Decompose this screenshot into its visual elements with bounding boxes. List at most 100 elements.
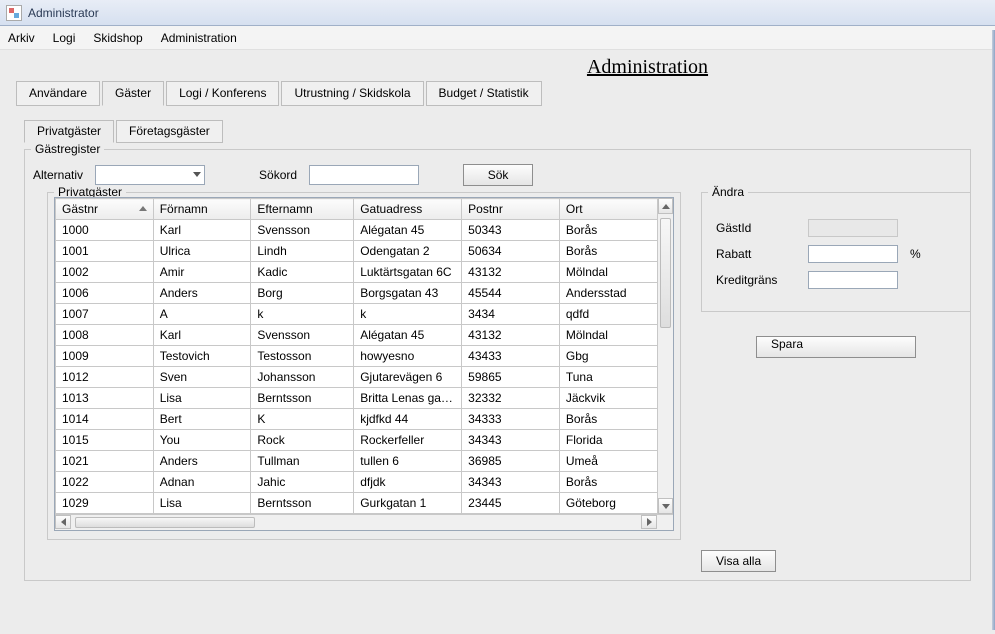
- table-cell[interactable]: Bert: [153, 409, 251, 430]
- table-cell[interactable]: 50634: [462, 241, 560, 262]
- table-cell[interactable]: Florida: [559, 430, 672, 451]
- vscroll-thumb[interactable]: [660, 218, 671, 328]
- table-cell[interactable]: Lisa: [153, 388, 251, 409]
- table-cell[interactable]: Mölndal: [559, 262, 672, 283]
- table-cell[interactable]: Britta Lenas gata...: [354, 388, 462, 409]
- scroll-up-icon[interactable]: [658, 198, 673, 214]
- table-row[interactable]: 1001UlricaLindhOdengatan 250634Borås: [56, 241, 673, 262]
- table-cell[interactable]: 1008: [56, 325, 154, 346]
- table-cell[interactable]: k: [251, 304, 354, 325]
- table-cell[interactable]: 1009: [56, 346, 154, 367]
- table-cell[interactable]: 1014: [56, 409, 154, 430]
- grid-horizontal-scrollbar[interactable]: [55, 514, 673, 530]
- subtab-privatgaster[interactable]: Privatgäster: [24, 120, 114, 143]
- table-cell[interactable]: Tuna: [559, 367, 672, 388]
- menu-administration[interactable]: Administration: [161, 31, 237, 45]
- table-cell[interactable]: Rockerfeller: [354, 430, 462, 451]
- table-cell[interactable]: Svensson: [251, 325, 354, 346]
- table-cell[interactable]: 59865: [462, 367, 560, 388]
- table-row[interactable]: 1008KarlSvenssonAlégatan 4543132Mölndal: [56, 325, 673, 346]
- table-cell[interactable]: Borås: [559, 241, 672, 262]
- table-cell[interactable]: Adnan: [153, 472, 251, 493]
- table-cell[interactable]: Karl: [153, 220, 251, 241]
- table-cell[interactable]: 34333: [462, 409, 560, 430]
- table-cell[interactable]: A: [153, 304, 251, 325]
- table-cell[interactable]: Svensson: [251, 220, 354, 241]
- table-cell[interactable]: Gjutarevägen 6: [354, 367, 462, 388]
- table-cell[interactable]: Jahic: [251, 472, 354, 493]
- table-cell[interactable]: 1001: [56, 241, 154, 262]
- table-cell[interactable]: Borgsgatan 43: [354, 283, 462, 304]
- table-cell[interactable]: Sven: [153, 367, 251, 388]
- table-row[interactable]: 1007Akk3434qdfd: [56, 304, 673, 325]
- table-cell[interactable]: Alégatan 45: [354, 220, 462, 241]
- table-cell[interactable]: Umeå: [559, 451, 672, 472]
- table-cell[interactable]: 45544: [462, 283, 560, 304]
- table-cell[interactable]: Ulrica: [153, 241, 251, 262]
- scroll-right-icon[interactable]: [641, 515, 657, 529]
- grid-vertical-scrollbar[interactable]: [657, 198, 673, 514]
- table-cell[interactable]: 50343: [462, 220, 560, 241]
- table-cell[interactable]: Alégatan 45: [354, 325, 462, 346]
- guests-grid[interactable]: Gästnr Förnamn Efternamn Gatuadress Post…: [55, 198, 673, 514]
- table-cell[interactable]: Lisa: [153, 493, 251, 514]
- table-cell[interactable]: 43132: [462, 325, 560, 346]
- table-cell[interactable]: 32332: [462, 388, 560, 409]
- table-cell[interactable]: 1006: [56, 283, 154, 304]
- table-cell[interactable]: Göteborg: [559, 493, 672, 514]
- table-cell[interactable]: 43433: [462, 346, 560, 367]
- table-row[interactable]: 1000KarlSvenssonAlégatan 4550343Borås: [56, 220, 673, 241]
- table-cell[interactable]: Amir: [153, 262, 251, 283]
- col-postnr[interactable]: Postnr: [462, 199, 560, 220]
- table-cell[interactable]: K: [251, 409, 354, 430]
- sokord-input[interactable]: [309, 165, 419, 185]
- table-cell[interactable]: Testosson: [251, 346, 354, 367]
- table-cell[interactable]: Borås: [559, 409, 672, 430]
- table-cell[interactable]: howyesno: [354, 346, 462, 367]
- table-cell[interactable]: Anders: [153, 283, 251, 304]
- table-cell[interactable]: 3434: [462, 304, 560, 325]
- tab-anvandare[interactable]: Användare: [16, 81, 100, 106]
- table-cell[interactable]: 1000: [56, 220, 154, 241]
- table-cell[interactable]: Borås: [559, 472, 672, 493]
- table-row[interactable]: 1014BertKkjdfkd 4434333Borås: [56, 409, 673, 430]
- table-cell[interactable]: qdfd: [559, 304, 672, 325]
- table-cell[interactable]: Odengatan 2: [354, 241, 462, 262]
- col-efternamn[interactable]: Efternamn: [251, 199, 354, 220]
- table-cell[interactable]: Karl: [153, 325, 251, 346]
- scroll-down-icon[interactable]: [658, 498, 673, 514]
- table-cell[interactable]: Berntsson: [251, 493, 354, 514]
- table-cell[interactable]: 1002: [56, 262, 154, 283]
- table-cell[interactable]: 1022: [56, 472, 154, 493]
- table-cell[interactable]: 1013: [56, 388, 154, 409]
- scroll-left-icon[interactable]: [55, 515, 71, 529]
- table-cell[interactable]: Gbg: [559, 346, 672, 367]
- table-cell[interactable]: Rock: [251, 430, 354, 451]
- table-cell[interactable]: k: [354, 304, 462, 325]
- table-row[interactable]: 1021AndersTullmantullen 636985Umeå: [56, 451, 673, 472]
- menu-skidshop[interactable]: Skidshop: [93, 31, 142, 45]
- col-fornamn[interactable]: Förnamn: [153, 199, 251, 220]
- table-cell[interactable]: 36985: [462, 451, 560, 472]
- table-row[interactable]: 1012SvenJohanssonGjutarevägen 659865Tuna: [56, 367, 673, 388]
- table-cell[interactable]: 1015: [56, 430, 154, 451]
- table-cell[interactable]: Luktärtsgatan 6C: [354, 262, 462, 283]
- table-cell[interactable]: You: [153, 430, 251, 451]
- table-row[interactable]: 1002AmirKadicLuktärtsgatan 6C43132Mölnda…: [56, 262, 673, 283]
- tab-utrustning-skidskola[interactable]: Utrustning / Skidskola: [281, 81, 423, 106]
- table-cell[interactable]: Anders: [153, 451, 251, 472]
- table-cell[interactable]: Kadic: [251, 262, 354, 283]
- table-cell[interactable]: 1029: [56, 493, 154, 514]
- table-row[interactable]: 1015YouRockRockerfeller34343Florida: [56, 430, 673, 451]
- table-cell[interactable]: Testovich: [153, 346, 251, 367]
- table-row[interactable]: 1009TestovichTestossonhowyesno43433Gbg: [56, 346, 673, 367]
- kreditgrans-input[interactable]: [808, 271, 898, 289]
- table-cell[interactable]: Borg: [251, 283, 354, 304]
- alternativ-combobox[interactable]: [95, 165, 205, 185]
- col-ort[interactable]: Ort: [559, 199, 672, 220]
- table-row[interactable]: 1022AdnanJahicdfjdk34343Borås: [56, 472, 673, 493]
- table-cell[interactable]: dfjdk: [354, 472, 462, 493]
- menu-logi[interactable]: Logi: [53, 31, 76, 45]
- table-cell[interactable]: 34343: [462, 472, 560, 493]
- table-cell[interactable]: Borås: [559, 220, 672, 241]
